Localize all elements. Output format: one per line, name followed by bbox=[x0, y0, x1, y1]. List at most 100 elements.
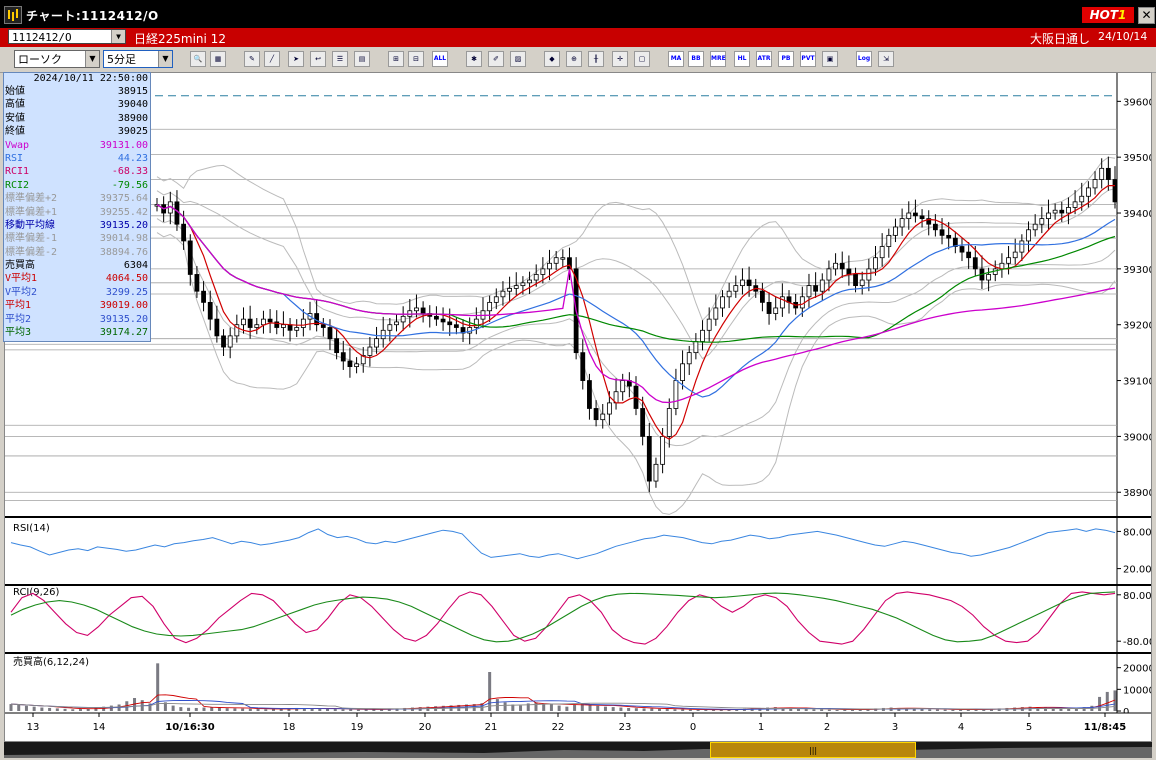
hl-button[interactable]: HL bbox=[734, 51, 750, 67]
chevron-down-icon[interactable]: ▼ bbox=[111, 30, 125, 43]
color-button[interactable]: ▨ bbox=[510, 51, 526, 67]
candle-body bbox=[819, 279, 825, 292]
bb-button[interactable]: BB bbox=[688, 51, 704, 67]
all-button[interactable]: ALL bbox=[432, 51, 448, 67]
cursor-button[interactable]: ➤ bbox=[288, 51, 304, 67]
time-tick-label: 19 bbox=[351, 722, 364, 733]
info-value: 38900 bbox=[117, 112, 148, 124]
ind3-button[interactable]: ▢ bbox=[634, 51, 650, 67]
info-value: 39019.00 bbox=[99, 300, 148, 312]
volume-bar bbox=[658, 708, 662, 711]
ma-button[interactable]: MA bbox=[668, 51, 684, 67]
rci2-line bbox=[10, 591, 1116, 643]
time-tick-label: 5 bbox=[1026, 722, 1032, 733]
candle-body bbox=[1092, 179, 1098, 189]
candle-body bbox=[593, 408, 599, 421]
candle-body bbox=[1059, 209, 1065, 214]
volume-bar bbox=[519, 705, 523, 711]
line-button[interactable]: ╱ bbox=[264, 51, 280, 67]
candle-body bbox=[640, 408, 646, 437]
candle-body bbox=[1066, 207, 1071, 214]
info-row: RCI2 -79.56 bbox=[4, 179, 150, 192]
mre-button[interactable]: MRE bbox=[710, 51, 726, 67]
pvt-button[interactable]: PVT bbox=[800, 51, 816, 67]
chart-svg[interactable]: 39600 39500 39400 39300 39200 39100 39000 38900… bbox=[5, 73, 1155, 741]
time-tick-label: 13 bbox=[27, 722, 40, 733]
hot-number: 1 bbox=[1118, 8, 1127, 22]
time-tick-label: 14 bbox=[93, 722, 106, 733]
arrow-button[interactable]: ↩ bbox=[310, 51, 326, 67]
info-value: 3299.25 bbox=[105, 286, 148, 298]
chart-type-select[interactable]: ローソク ▼ bbox=[14, 50, 100, 68]
frame-button[interactable]: ▣ bbox=[822, 51, 838, 67]
hot-button[interactable]: HOT1 bbox=[1082, 7, 1134, 23]
scroll-thumb[interactable]: ||| bbox=[710, 742, 916, 758]
info-label: 終値 bbox=[5, 126, 25, 138]
time-tick-label: 1 bbox=[758, 722, 764, 733]
candle-body bbox=[966, 251, 972, 259]
average3-line bbox=[156, 204, 1116, 343]
info-timestamp: 2024/10/11 22:50:00 bbox=[33, 73, 148, 84]
volume-bar bbox=[349, 709, 353, 711]
tool-button[interactable]: ✐ bbox=[488, 51, 504, 67]
candle-body bbox=[513, 285, 519, 289]
candle-body bbox=[201, 290, 206, 303]
title-bar: チャート:1112412/O HOT1 ✕ bbox=[0, 0, 1156, 28]
info-row: 平均1 39019.00 bbox=[4, 299, 150, 312]
candle-body bbox=[932, 223, 938, 231]
info-label: 標準偏差+2 bbox=[5, 193, 58, 205]
price-tick-label: 39500 bbox=[1123, 153, 1151, 164]
zoom-button[interactable]: ⊕ bbox=[566, 51, 582, 67]
ind1-button[interactable]: ╫ bbox=[588, 51, 604, 67]
grip-icon: ||| bbox=[809, 746, 818, 755]
chevron-down-icon[interactable]: ▼ bbox=[158, 51, 172, 67]
candle-button[interactable]: ⊞ bbox=[388, 51, 404, 67]
horizontal-scrollbar[interactable]: ||| bbox=[4, 742, 1152, 758]
close-button[interactable]: ✕ bbox=[1138, 7, 1155, 24]
settings-button[interactable]: ✱ bbox=[466, 51, 482, 67]
info-value: -79.56 bbox=[111, 179, 148, 191]
candle-body bbox=[1099, 167, 1105, 180]
candle-body bbox=[453, 324, 459, 328]
pb-button[interactable]: PB bbox=[778, 51, 794, 67]
info-row: 売買高 6304 bbox=[4, 259, 150, 272]
volume-bar bbox=[827, 709, 831, 711]
candle-body bbox=[653, 463, 659, 482]
info-row: 標準偏差+1 39255.42 bbox=[4, 206, 150, 219]
chevron-down-icon[interactable]: ▼ bbox=[85, 51, 99, 67]
export-button[interactable]: ⇲ bbox=[878, 51, 894, 67]
time-tick-label: 10/16:30 bbox=[165, 722, 214, 733]
scroll-overview-shape bbox=[4, 747, 1152, 758]
candle-body bbox=[799, 296, 805, 309]
atr-button[interactable]: ATR bbox=[756, 51, 772, 67]
symbol-select[interactable]: 1112412/O ▼ bbox=[8, 29, 126, 44]
info-label: 平均2 bbox=[5, 313, 32, 325]
list-button[interactable]: ☰ bbox=[332, 51, 348, 67]
info-row: 高値 39040 bbox=[4, 98, 150, 111]
symbol-code: 1112412/O bbox=[12, 31, 72, 44]
candle-body bbox=[906, 212, 912, 220]
time-tick-label: 18 bbox=[283, 722, 296, 733]
log-button[interactable]: Log bbox=[856, 51, 872, 67]
ind2-button[interactable]: ✛ bbox=[612, 51, 628, 67]
chart-area[interactable]: 39600 39500 39400 39300 39200 39100 39000 38900… bbox=[4, 72, 1155, 742]
interval-select[interactable]: 5分足 ▼ bbox=[103, 50, 173, 68]
info-value: 38894.76 bbox=[99, 246, 148, 258]
bar-button[interactable]: ⊟ bbox=[408, 51, 424, 67]
save-button[interactable]: ▤ bbox=[354, 51, 370, 67]
volume-bar bbox=[573, 704, 577, 711]
info-row: 標準偏差-2 38894.76 bbox=[4, 246, 150, 259]
info-value: 39255.42 bbox=[99, 206, 148, 218]
volume-bar bbox=[1067, 708, 1071, 711]
candle-body bbox=[414, 307, 419, 312]
volume-bar bbox=[688, 709, 692, 711]
info-value: 39131.00 bbox=[99, 139, 148, 151]
info-label: 標準偏差-1 bbox=[5, 233, 58, 245]
layout-button[interactable]: ▦ bbox=[210, 51, 226, 67]
search-button[interactable]: 🔍 bbox=[190, 51, 206, 67]
draw-button[interactable]: ✎ bbox=[244, 51, 260, 67]
symbol-bar: 1112412/O ▼ 日経225mini 12 大阪日通し 24/10/14 bbox=[0, 28, 1156, 47]
time-tick-label: 20 bbox=[419, 722, 432, 733]
candle-body bbox=[913, 212, 918, 217]
alert-button[interactable]: ◆ bbox=[544, 51, 560, 67]
